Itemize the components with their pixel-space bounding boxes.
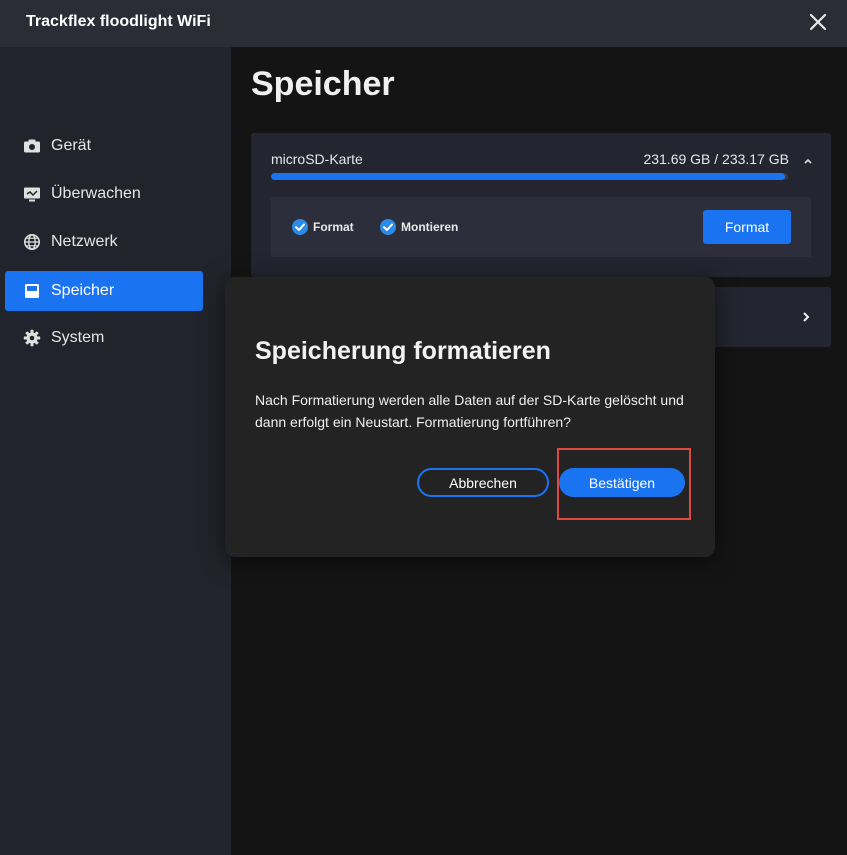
dialog-message: Nach Formatierung werden alle Daten auf … xyxy=(255,392,684,430)
format-checkbox-label: Format xyxy=(313,220,354,234)
sidebar-item-label: Netzwerk xyxy=(51,233,118,250)
format-checkbox[interactable]: Format xyxy=(291,218,354,236)
camera-icon xyxy=(23,137,41,155)
highlight-box xyxy=(557,448,691,520)
app-title: Trackflex floodlight WiFi xyxy=(26,13,211,30)
title-bar: Trackflex floodlight WiFi xyxy=(0,0,847,47)
monitor-icon xyxy=(23,185,41,203)
storage-progress-bar xyxy=(271,173,788,180)
sidebar-item-label: Speicher xyxy=(51,282,115,299)
cancel-button[interactable]: Abbrechen xyxy=(417,468,549,497)
sidebar-item-label: System xyxy=(51,329,105,346)
gear-icon xyxy=(23,329,41,347)
sidebar-item-label: Überwachen xyxy=(51,185,141,202)
storage-progress-fill xyxy=(271,173,785,180)
close-icon[interactable] xyxy=(807,11,829,33)
sidebar: Gerät Überwachen Netzwerk Speicher Syste… xyxy=(0,47,231,855)
sd-card-panel: microSD-Karte 231.69 GB / 233.17 GB Form… xyxy=(251,133,831,277)
check-circle-icon xyxy=(380,219,396,235)
sd-card-actions: Format Montieren Format xyxy=(271,197,811,257)
sidebar-item-speicher[interactable]: Speicher xyxy=(5,271,203,311)
sidebar-item-label: Gerät xyxy=(51,137,92,154)
globe-icon xyxy=(23,233,41,251)
sidebar-item-geraet[interactable]: Gerät xyxy=(5,126,203,166)
sidebar-item-ueberwachen[interactable]: Überwachen xyxy=(5,174,203,214)
dialog-title: Speicherung formatieren xyxy=(255,337,551,365)
format-button[interactable]: Format xyxy=(703,210,791,244)
sidebar-item-netzwerk[interactable]: Netzwerk xyxy=(5,222,203,262)
check-circle-icon xyxy=(292,219,308,235)
page-title: Speicher xyxy=(251,65,395,103)
mount-checkbox-label: Montieren xyxy=(401,220,459,234)
sd-card-label: microSD-Karte xyxy=(271,151,363,167)
storage-icon xyxy=(23,282,41,300)
sidebar-item-system[interactable]: System xyxy=(5,318,203,358)
mount-checkbox[interactable]: Montieren xyxy=(379,218,458,236)
sd-card-size: 231.69 GB / 233.17 GB xyxy=(643,151,789,167)
chevron-right-icon xyxy=(801,310,811,322)
chevron-up-icon[interactable] xyxy=(803,153,813,164)
